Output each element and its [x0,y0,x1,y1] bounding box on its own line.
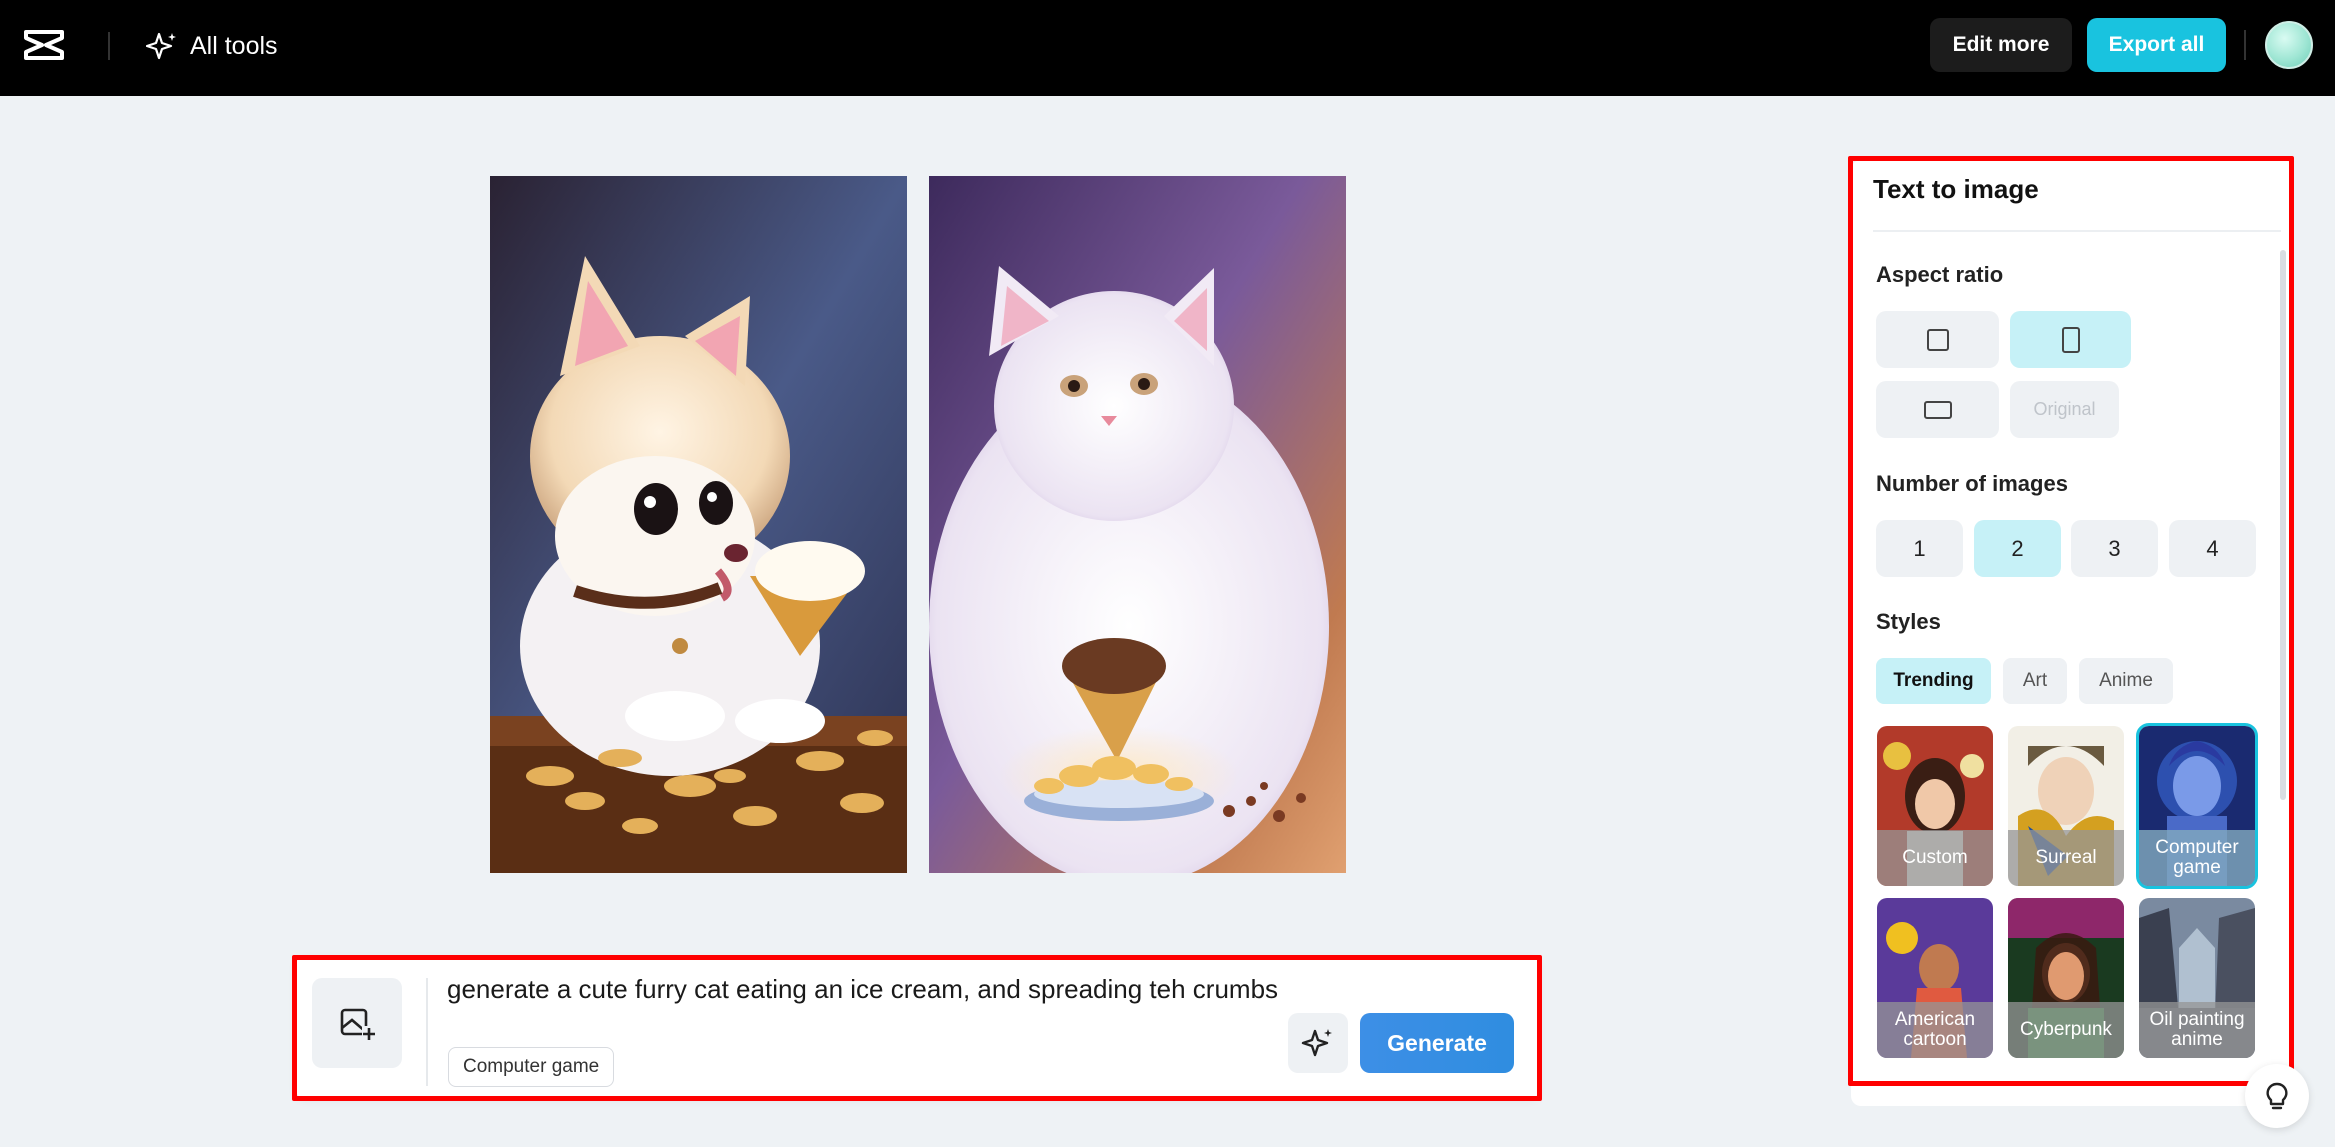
style-card-custom[interactable]: Custom [1877,726,1993,886]
style-card-label: Oil painting anime [2139,1002,2255,1058]
aspect-portrait-option[interactable] [2010,311,2131,368]
style-card-american-cartoon[interactable]: American cartoon [1877,898,1993,1058]
style-card-label: American cartoon [1877,1002,1993,1058]
style-card-surreal[interactable]: Surreal [2008,726,2124,886]
style-card-oil-painting-anime[interactable]: Oil painting anime [2139,898,2255,1058]
style-tab-trending[interactable]: Trending [1876,658,1991,704]
sparkle-icon [146,32,176,60]
capcut-logo-icon[interactable] [22,26,66,64]
generated-image-2[interactable] [929,176,1346,873]
style-card-label: Custom [1877,830,1993,886]
generate-button[interactable]: Generate [1360,1013,1514,1073]
upload-image-button[interactable] [312,978,402,1068]
portrait-icon [2061,326,2080,353]
panel-scrollbar[interactable] [2280,250,2286,800]
style-card-label: Surreal [2008,830,2124,886]
landscape-icon [1923,400,1952,419]
divider [426,978,428,1086]
square-icon [1926,328,1949,351]
count-option-3[interactable]: 3 [2071,520,2158,577]
divider [1873,230,2281,232]
panel-title: Text to image [1873,174,2039,204]
count-option-4[interactable]: 4 [2169,520,2256,577]
style-card-label: Computer game [2139,830,2255,886]
divider [108,32,110,60]
aspect-landscape-option[interactable] [1876,381,1999,438]
generated-image-1[interactable] [490,176,907,873]
edit-more-button[interactable]: Edit more [1930,18,2072,72]
style-tab-art[interactable]: Art [2003,658,2067,704]
divider [2244,30,2246,60]
count-option-2[interactable]: 2 [1974,520,2061,577]
prompt-input[interactable]: generate a cute furry cat eating an ice … [447,972,1287,1006]
styles-label: Styles [1876,609,1941,634]
aspect-original-option: Original [2010,381,2119,438]
add-image-icon [340,1008,376,1040]
style-card-cyberpunk[interactable]: Cyberpunk [2008,898,2124,1058]
number-of-images-label: Number of images [1876,471,2068,496]
sparkle-icon [1301,1029,1332,1057]
style-card-computer-game[interactable]: Computer game [2136,723,2258,889]
selected-style-chip[interactable]: Computer game [448,1047,615,1087]
count-option-1[interactable]: 1 [1876,520,1963,577]
tips-button[interactable] [2245,1064,2309,1128]
lightbulb-icon [2266,1082,2288,1110]
user-avatar[interactable] [2265,21,2313,69]
style-tab-anime[interactable]: Anime [2079,658,2173,704]
export-all-button[interactable]: Export all [2087,18,2226,72]
top-bar: All tools Edit more Export all [0,0,2335,96]
all-tools-button[interactable]: All tools [146,26,278,66]
aspect-square-option[interactable] [1876,311,1999,368]
aspect-ratio-label: Aspect ratio [1876,262,2004,287]
all-tools-label: All tools [190,31,278,60]
enhance-prompt-button[interactable] [1288,1013,1348,1073]
style-card-label: Cyberpunk [2008,1002,2124,1058]
